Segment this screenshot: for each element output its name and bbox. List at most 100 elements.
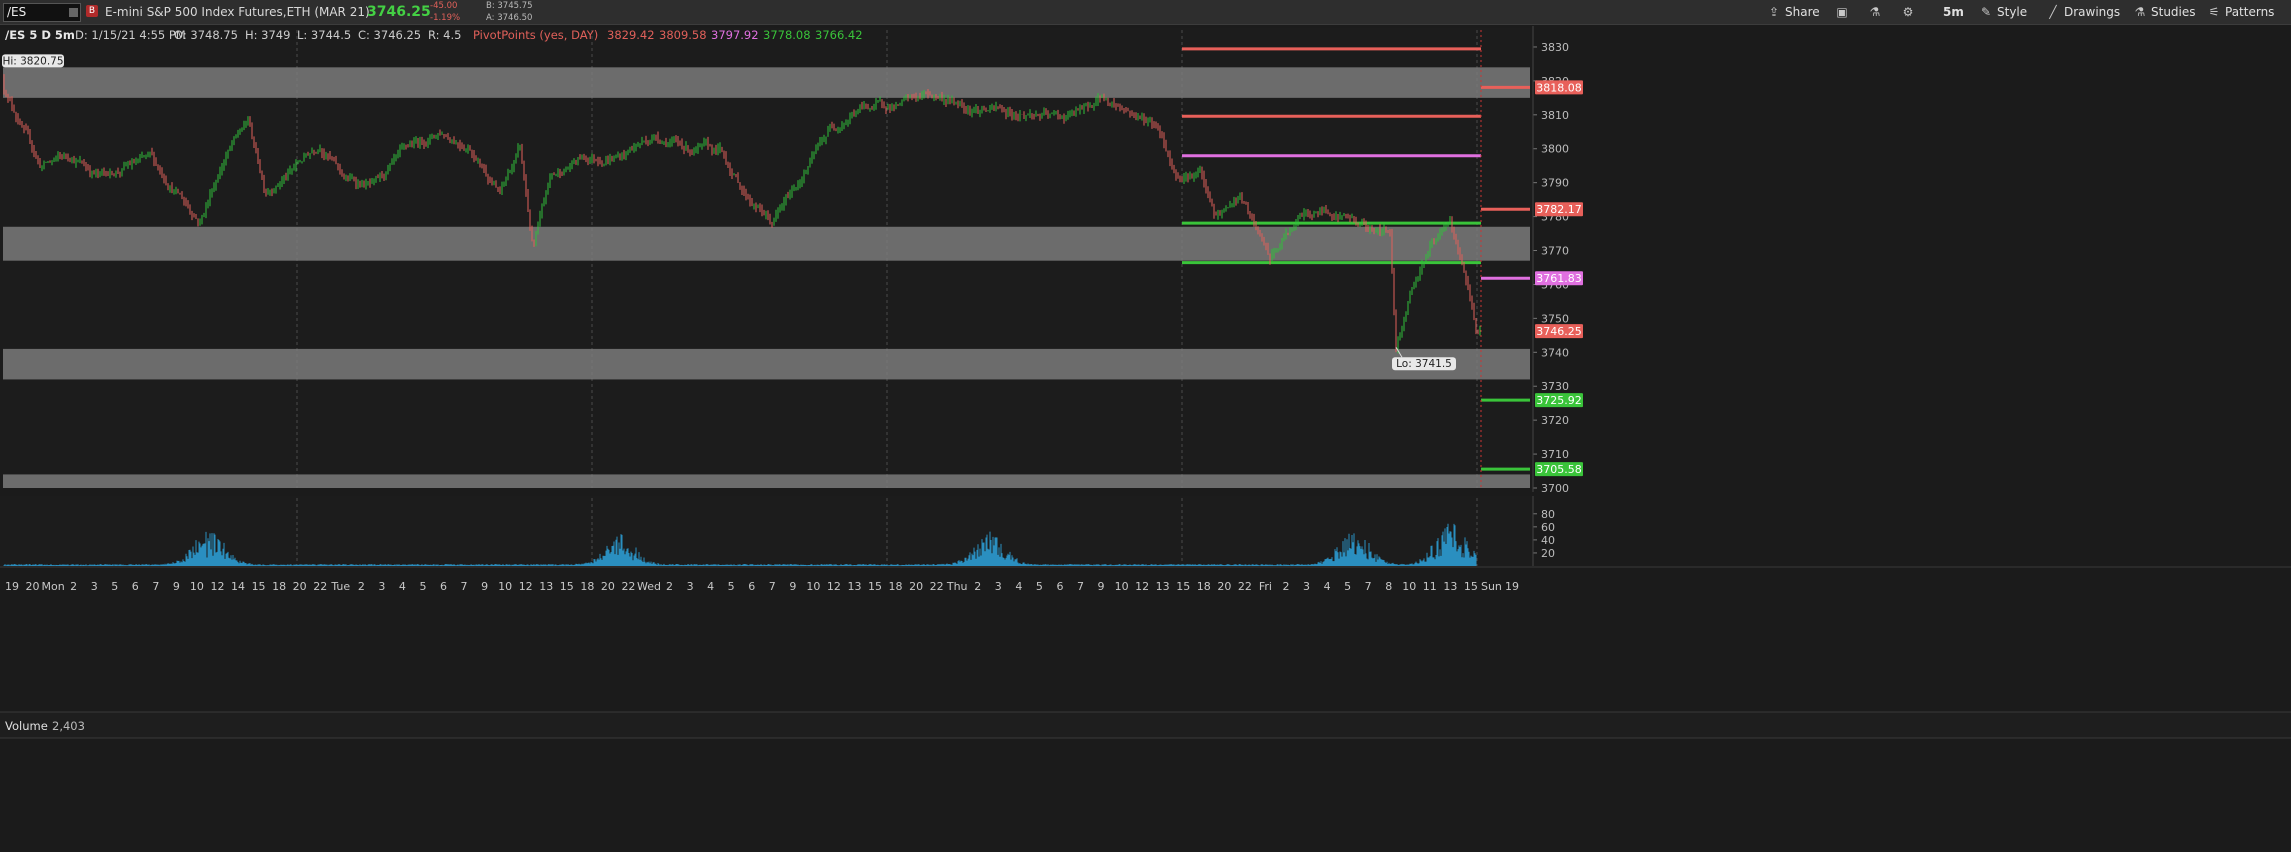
gray-zone xyxy=(3,226,1530,261)
time-tick-label: 19 xyxy=(1505,580,1519,593)
time-tick-label: 10 xyxy=(1115,580,1129,593)
time-tick-label: 20 xyxy=(909,580,923,593)
bar-low: L: 3744.5 xyxy=(297,28,352,42)
volume-axis-bg xyxy=(1533,496,2291,566)
style-icon: ✎ xyxy=(1980,5,1992,19)
style-button[interactable]: ✎ Style xyxy=(1979,2,2027,22)
time-tick-label: 18 xyxy=(889,580,903,593)
bid-price: B: 3745.75 xyxy=(486,1,533,11)
time-tick-label: 6 xyxy=(440,580,447,593)
flask-icon: ⚗ xyxy=(2134,5,2146,19)
time-tick-label: 14 xyxy=(231,580,245,593)
time-tick-label: 7 xyxy=(769,580,776,593)
time-tick-label: Tue xyxy=(330,580,350,593)
price-tag-label: 3818.08 xyxy=(1536,81,1582,94)
time-tick-label: 20 xyxy=(601,580,615,593)
price-tick-label: 3770 xyxy=(1541,245,1569,258)
share-label: Share xyxy=(1785,5,1820,19)
snapshot-button[interactable]: ▣ xyxy=(1835,2,1853,22)
settings-button[interactable]: ⚙ xyxy=(1901,2,1919,22)
camera-icon: ▣ xyxy=(1836,5,1848,19)
pivot-value-r2: 3829.42 xyxy=(607,28,655,42)
time-tick-label: 2 xyxy=(358,580,365,593)
time-tick-label: 20 xyxy=(1217,580,1231,593)
dropdown-arrow-icon[interactable] xyxy=(69,8,78,17)
time-tick-label: 15 xyxy=(868,580,882,593)
timeframe-label: 5m xyxy=(1943,5,1964,19)
low-label: Lo: 3741.5 xyxy=(1396,358,1452,370)
price-tag-label: 3705.58 xyxy=(1536,463,1582,476)
studies-button[interactable]: ⚗ Studies xyxy=(2133,2,2196,22)
time-tick-label: 6 xyxy=(748,580,755,593)
time-tick-label: Wed xyxy=(637,580,661,593)
price-tag-label: 3725.92 xyxy=(1536,394,1582,407)
time-tick-label: 20 xyxy=(26,580,40,593)
time-tick-label: 2 xyxy=(666,580,673,593)
price-tick-label: 3710 xyxy=(1541,448,1569,461)
bar-range: R: 4.5 xyxy=(428,28,462,42)
volume-label: Volume xyxy=(5,719,48,733)
last-price: 3746.25 xyxy=(367,4,431,20)
time-tick-label: 2 xyxy=(1282,580,1289,593)
patterns-icon: ⚟ xyxy=(2208,5,2220,19)
time-tick-label: 10 xyxy=(498,580,512,593)
share-button[interactable]: ⇪ Share xyxy=(1767,2,1820,22)
drawings-button[interactable]: ╱ Drawings xyxy=(2046,2,2120,22)
price-axis[interactable]: 3700371037203730374037503760377037803790… xyxy=(1532,26,2291,495)
ask-price: A: 3746.50 xyxy=(486,13,533,23)
time-tick-label: 15 xyxy=(560,580,574,593)
timeframe-button[interactable]: 5m xyxy=(1943,2,1964,22)
study-name[interactable]: PivotPoints (yes, DAY) xyxy=(473,25,598,45)
time-tick-label: 11 xyxy=(1423,580,1437,593)
time-tick-label: Thu xyxy=(946,580,968,593)
gray-zone xyxy=(3,67,1530,98)
price-tick-label: 3740 xyxy=(1541,346,1569,359)
time-tick-label: 9 xyxy=(481,580,488,593)
time-tick-label: 13 xyxy=(1443,580,1457,593)
gray-zone xyxy=(3,474,1530,488)
time-tick-label: 6 xyxy=(132,580,139,593)
pencil-icon: ╱ xyxy=(2049,5,2057,19)
time-tick-label: 22 xyxy=(930,580,944,593)
time-tick-label: 7 xyxy=(461,580,468,593)
time-tick-label: 3 xyxy=(687,580,694,593)
price-tick-label: 3750 xyxy=(1541,312,1569,325)
bar-date: D: 1/15/21 4:55 PM xyxy=(75,28,186,42)
pivot-value-r1: 3809.58 xyxy=(659,28,707,42)
time-tick-label: 3 xyxy=(995,580,1002,593)
studies-label: Studies xyxy=(2151,5,2196,19)
time-tick-label: 5 xyxy=(419,580,426,593)
price-tag-label: 3782.17 xyxy=(1536,203,1582,216)
time-tick-label: 4 xyxy=(1324,580,1331,593)
net-change: -45.00 xyxy=(430,1,458,11)
time-tick-label: 15 xyxy=(1464,580,1478,593)
time-tick-label: 12 xyxy=(519,580,533,593)
gray-zone xyxy=(3,348,1530,380)
patterns-button[interactable]: ⚟ Patterns xyxy=(2207,2,2275,22)
time-tick-label: 18 xyxy=(580,580,594,593)
time-tick-label: 5 xyxy=(728,580,735,593)
time-tick-label: 4 xyxy=(399,580,406,593)
percent-change: -1.19% xyxy=(430,13,461,23)
chart-canvas[interactable]: 3700371037203730374037503760377037803790… xyxy=(0,0,2291,852)
instrument-description: E-mini S&P 500 Index Futures,ETH (MAR 21… xyxy=(105,5,370,19)
volume-tick-label: 60 xyxy=(1541,521,1555,534)
symbol-link-badge[interactable]: B xyxy=(86,5,98,17)
time-tick-label: 13 xyxy=(539,580,553,593)
gear-icon: ⚙ xyxy=(1902,5,1914,19)
time-tick-label: 15 xyxy=(252,580,266,593)
studies-flask-button[interactable]: ⚗ xyxy=(1868,2,1886,22)
top-toolbar: /ES B E-mini S&P 500 Index Futures,ETH (… xyxy=(0,0,2291,25)
share-icon: ⇪ xyxy=(1768,5,1780,19)
time-tick-label: 8 xyxy=(1385,580,1392,593)
symbol-selector[interactable]: /ES xyxy=(3,3,81,22)
time-tick-label: 13 xyxy=(847,580,861,593)
time-tick-label: 22 xyxy=(1238,580,1252,593)
pivot-value-s2: 3766.42 xyxy=(815,28,863,42)
time-tick-label: 2 xyxy=(70,580,77,593)
time-tick-label: 18 xyxy=(1197,580,1211,593)
patterns-label: Patterns xyxy=(2225,5,2275,19)
pivot-value-pp: 3797.92 xyxy=(711,28,759,42)
time-tick-label: 10 xyxy=(806,580,820,593)
time-tick-label: 3 xyxy=(378,580,385,593)
